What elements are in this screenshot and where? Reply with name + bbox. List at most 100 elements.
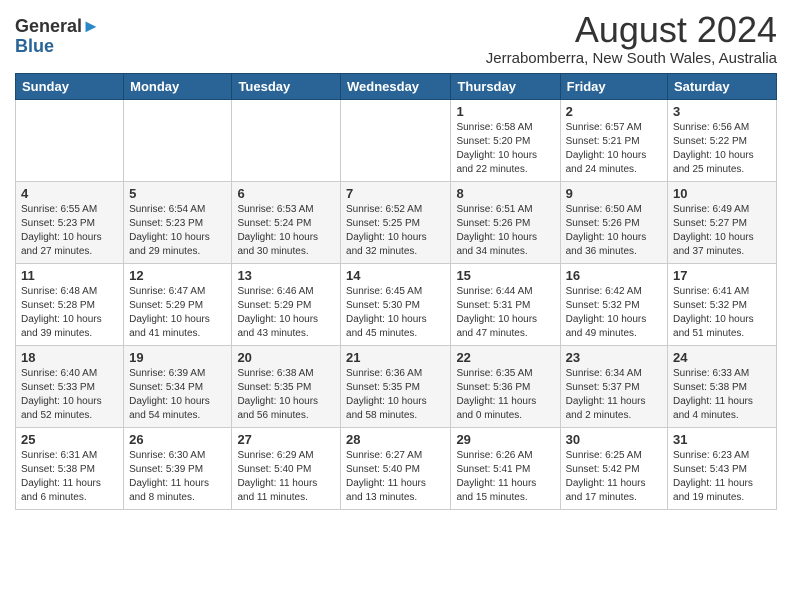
day-number: 30 xyxy=(566,432,662,447)
title-section: August 2024 Jerrabomberra, New South Wal… xyxy=(486,10,777,67)
logo-bird-icon: ► xyxy=(82,16,100,36)
calendar-cell: 12 Sunrise: 6:47 AMSunset: 5:29 PMDayligh… xyxy=(124,263,232,345)
calendar-table: SundayMondayTuesdayWednesdayThursdayFrid… xyxy=(15,73,777,510)
calendar-header-thursday: Thursday xyxy=(451,73,560,99)
day-number: 2 xyxy=(566,104,662,119)
calendar-cell: 6 Sunrise: 6:53 AMSunset: 5:24 PMDaylight… xyxy=(232,181,341,263)
day-info: Sunrise: 6:47 AMSunset: 5:29 PMDaylight:… xyxy=(129,285,226,341)
calendar-cell xyxy=(16,99,124,181)
day-info: Sunrise: 6:53 AMSunset: 5:24 PMDaylight:… xyxy=(237,203,335,259)
day-info: Sunrise: 6:46 AMSunset: 5:29 PMDaylight:… xyxy=(237,285,335,341)
day-number: 3 xyxy=(673,104,771,119)
day-info: Sunrise: 6:57 AMSunset: 5:21 PMDaylight:… xyxy=(566,121,662,177)
calendar-cell: 22 Sunrise: 6:35 AMSunset: 5:36 PMDayligh… xyxy=(451,345,560,427)
day-info: Sunrise: 6:55 AMSunset: 5:23 PMDaylight:… xyxy=(21,203,118,259)
day-info: Sunrise: 6:34 AMSunset: 5:37 PMDaylight:… xyxy=(566,367,662,423)
day-number: 27 xyxy=(237,432,335,447)
logo-text-block: General► Blue xyxy=(15,16,100,57)
calendar-cell: 19 Sunrise: 6:39 AMSunset: 5:34 PMDayligh… xyxy=(124,345,232,427)
day-info: Sunrise: 6:42 AMSunset: 5:32 PMDaylight:… xyxy=(566,285,662,341)
day-number: 10 xyxy=(673,186,771,201)
day-info: Sunrise: 6:58 AMSunset: 5:20 PMDaylight:… xyxy=(456,121,554,177)
day-info: Sunrise: 6:56 AMSunset: 5:22 PMDaylight:… xyxy=(673,121,771,177)
day-number: 25 xyxy=(21,432,118,447)
calendar-header-saturday: Saturday xyxy=(668,73,777,99)
day-info: Sunrise: 6:45 AMSunset: 5:30 PMDaylight:… xyxy=(346,285,445,341)
day-info: Sunrise: 6:35 AMSunset: 5:36 PMDaylight:… xyxy=(456,367,554,423)
day-info: Sunrise: 6:31 AMSunset: 5:38 PMDaylight:… xyxy=(21,449,118,505)
day-number: 12 xyxy=(129,268,226,283)
day-info: Sunrise: 6:29 AMSunset: 5:40 PMDaylight:… xyxy=(237,449,335,505)
day-number: 26 xyxy=(129,432,226,447)
calendar-cell: 8 Sunrise: 6:51 AMSunset: 5:26 PMDaylight… xyxy=(451,181,560,263)
calendar-cell: 20Sunrise: 6:38 AMSunset: 5:35 PMDayligh… xyxy=(232,345,341,427)
day-number: 11 xyxy=(21,268,118,283)
calendar-cell: 18Sunrise: 6:40 AMSunset: 5:33 PMDayligh… xyxy=(16,345,124,427)
day-number: 9 xyxy=(566,186,662,201)
calendar-header-friday: Friday xyxy=(560,73,667,99)
day-info: Sunrise: 6:54 AMSunset: 5:23 PMDaylight:… xyxy=(129,203,226,259)
calendar-cell: 5 Sunrise: 6:54 AMSunset: 5:23 PMDaylight… xyxy=(124,181,232,263)
calendar-header-tuesday: Tuesday xyxy=(232,73,341,99)
calendar-cell: 13 Sunrise: 6:46 AMSunset: 5:29 PMDayligh… xyxy=(232,263,341,345)
calendar-cell: 21 Sunrise: 6:36 AMSunset: 5:35 PMDayligh… xyxy=(341,345,451,427)
day-info: Sunrise: 6:52 AMSunset: 5:25 PMDaylight:… xyxy=(346,203,445,259)
day-number: 24 xyxy=(673,350,771,365)
day-info: Sunrise: 6:48 AMSunset: 5:28 PMDaylight:… xyxy=(21,285,118,341)
day-number: 1 xyxy=(456,104,554,119)
day-info: Sunrise: 6:51 AMSunset: 5:26 PMDaylight:… xyxy=(456,203,554,259)
calendar-cell: 31Sunrise: 6:23 AMSunset: 5:43 PMDayligh… xyxy=(668,427,777,509)
calendar-cell xyxy=(232,99,341,181)
page-header: General► Blue August 2024 Jerrabomberra,… xyxy=(15,10,777,67)
day-number: 5 xyxy=(129,186,226,201)
day-info: Sunrise: 6:39 AMSunset: 5:34 PMDaylight:… xyxy=(129,367,226,423)
day-info: Sunrise: 6:25 AMSunset: 5:42 PMDaylight:… xyxy=(566,449,662,505)
day-info: Sunrise: 6:44 AMSunset: 5:31 PMDaylight:… xyxy=(456,285,554,341)
day-info: Sunrise: 6:27 AMSunset: 5:40 PMDaylight:… xyxy=(346,449,445,505)
day-info: Sunrise: 6:50 AMSunset: 5:26 PMDaylight:… xyxy=(566,203,662,259)
calendar-cell: 26 Sunrise: 6:30 AMSunset: 5:39 PMDayligh… xyxy=(124,427,232,509)
calendar-cell: 3 Sunrise: 6:56 AMSunset: 5:22 PMDaylight… xyxy=(668,99,777,181)
calendar-cell: 24 Sunrise: 6:33 AMSunset: 5:38 PMDayligh… xyxy=(668,345,777,427)
calendar-week-row-3: 11 Sunrise: 6:48 AMSunset: 5:28 PMDayligh… xyxy=(16,263,777,345)
calendar-cell: 25 Sunrise: 6:31 AMSunset: 5:38 PMDayligh… xyxy=(16,427,124,509)
calendar-cell: 28 Sunrise: 6:27 AMSunset: 5:40 PMDayligh… xyxy=(341,427,451,509)
day-number: 7 xyxy=(346,186,445,201)
calendar-cell: 2 Sunrise: 6:57 AMSunset: 5:21 PMDaylight… xyxy=(560,99,667,181)
location-subtitle: Jerrabomberra, New South Wales, Australi… xyxy=(486,50,777,67)
calendar-header-sunday: Sunday xyxy=(16,73,124,99)
day-info: Sunrise: 6:33 AMSunset: 5:38 PMDaylight:… xyxy=(673,367,771,423)
day-number: 16 xyxy=(566,268,662,283)
day-number: 20 xyxy=(237,350,335,365)
day-info: Sunrise: 6:40 AMSunset: 5:33 PMDaylight:… xyxy=(21,367,118,423)
calendar-header-row: SundayMondayTuesdayWednesdayThursdayFrid… xyxy=(16,73,777,99)
day-number: 17 xyxy=(673,268,771,283)
calendar-header-wednesday: Wednesday xyxy=(341,73,451,99)
day-info: Sunrise: 6:36 AMSunset: 5:35 PMDaylight:… xyxy=(346,367,445,423)
calendar-cell: 29 Sunrise: 6:26 AMSunset: 5:41 PMDayligh… xyxy=(451,427,560,509)
calendar-cell: 17 Sunrise: 6:41 AMSunset: 5:32 PMDayligh… xyxy=(668,263,777,345)
day-number: 4 xyxy=(21,186,118,201)
day-number: 8 xyxy=(456,186,554,201)
day-number: 21 xyxy=(346,350,445,365)
day-number: 28 xyxy=(346,432,445,447)
day-number: 6 xyxy=(237,186,335,201)
calendar-cell: 14Sunrise: 6:45 AMSunset: 5:30 PMDayligh… xyxy=(341,263,451,345)
day-number: 13 xyxy=(237,268,335,283)
day-info: Sunrise: 6:41 AMSunset: 5:32 PMDaylight:… xyxy=(673,285,771,341)
day-number: 19 xyxy=(129,350,226,365)
calendar-cell: 10Sunrise: 6:49 AMSunset: 5:27 PMDayligh… xyxy=(668,181,777,263)
day-number: 15 xyxy=(456,268,554,283)
calendar-header-monday: Monday xyxy=(124,73,232,99)
day-info: Sunrise: 6:30 AMSunset: 5:39 PMDaylight:… xyxy=(129,449,226,505)
logo: General► Blue xyxy=(15,10,100,57)
day-number: 29 xyxy=(456,432,554,447)
calendar-cell: 11 Sunrise: 6:48 AMSunset: 5:28 PMDayligh… xyxy=(16,263,124,345)
calendar-cell: 30 Sunrise: 6:25 AMSunset: 5:42 PMDayligh… xyxy=(560,427,667,509)
month-year-title: August 2024 xyxy=(486,10,777,50)
calendar-cell: 1 Sunrise: 6:58 AMSunset: 5:20 PMDaylight… xyxy=(451,99,560,181)
logo-general-text: General xyxy=(15,16,82,36)
day-info: Sunrise: 6:26 AMSunset: 5:41 PMDaylight:… xyxy=(456,449,554,505)
day-number: 22 xyxy=(456,350,554,365)
calendar-week-row-2: 4 Sunrise: 6:55 AMSunset: 5:23 PMDaylight… xyxy=(16,181,777,263)
